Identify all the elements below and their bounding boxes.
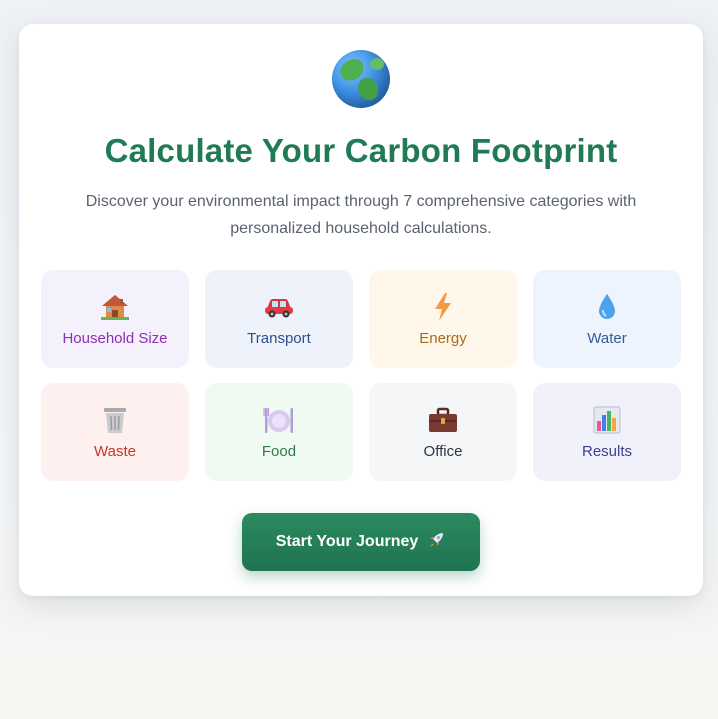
category-label: Household Size (62, 329, 168, 347)
category-label: Water (587, 329, 627, 347)
water-drop-icon (589, 292, 625, 322)
category-energy[interactable]: Energy (369, 270, 517, 368)
briefcase-icon (425, 405, 461, 435)
lightning-icon (425, 292, 461, 322)
category-household-size[interactable]: Household Size (41, 270, 189, 368)
bar-chart-icon (589, 405, 625, 435)
category-food[interactable]: Food (205, 383, 353, 481)
page-subtitle: Discover your environmental impact throu… (85, 193, 637, 237)
category-label: Energy (419, 329, 467, 347)
start-journey-label: Start Your Journey (275, 533, 419, 550)
category-results[interactable]: Results (533, 383, 681, 481)
plate-cutlery-icon (261, 405, 297, 435)
category-water[interactable]: Water (533, 270, 681, 368)
rocket-icon (426, 530, 446, 555)
category-label: Office (423, 442, 463, 460)
globe-icon (332, 50, 390, 108)
category-grid: Household Size Transport Energy Water Wa… (41, 270, 681, 481)
category-label: Results (581, 442, 633, 460)
car-icon (261, 292, 297, 322)
intro-card: Calculate Your Carbon Footprint Discover… (19, 24, 703, 596)
category-transport[interactable]: Transport (205, 270, 353, 368)
start-journey-button[interactable]: Start Your Journey (242, 513, 480, 571)
trash-can-icon (97, 405, 133, 435)
category-label: Food (261, 442, 297, 460)
category-label: Transport (247, 329, 311, 347)
category-office[interactable]: Office (369, 383, 517, 481)
category-label: Waste (94, 442, 136, 460)
category-waste[interactable]: Waste (41, 383, 189, 481)
house-icon (97, 292, 133, 322)
page-title: Calculate Your Carbon Footprint (104, 132, 618, 169)
